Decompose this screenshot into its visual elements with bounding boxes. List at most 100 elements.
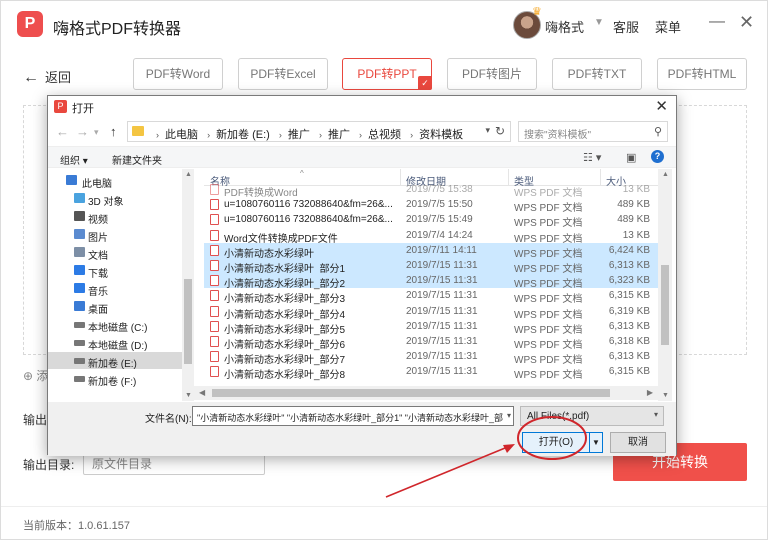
filename-dropdown-icon[interactable]: ▾ — [502, 406, 516, 426]
breadcrumb: › 此电脑 › 新加卷 (E:) › 推广 › 推广 › 总视频 › 资料模板 — [156, 129, 464, 141]
breadcrumb-item[interactable]: 此电脑 — [165, 129, 198, 141]
tree-item-desktop[interactable]: 桌面 — [48, 298, 194, 316]
dialog-close-button[interactable]: ✕ — [655, 97, 668, 115]
address-dropdown-icon[interactable]: ▾ — [485, 125, 490, 136]
breadcrumb-item[interactable]: 总视频 — [368, 129, 401, 141]
scroll-down-icon[interactable]: ▼ — [662, 392, 669, 399]
back-button[interactable]: ← 返回 — [23, 67, 71, 87]
file-type-filter[interactable]: All Files(*.pdf) ▾ — [520, 406, 664, 426]
open-file-dialog: P 打开 ✕ ← → ▾ ↑ › 此电脑 › 新加卷 (E:) › 推广 › 推广 › 总… — [47, 95, 677, 456]
nav-forward-icon[interactable]: → — [76, 124, 89, 139]
file-row[interactable]: PDF转换成Word 2019/7/5 15:38 WPS PDF 文档 13 KB — [204, 182, 658, 199]
vip-crown-icon: ♛ — [532, 6, 542, 18]
breadcrumb-item[interactable]: 推广 — [328, 129, 350, 141]
pdf-file-icon — [210, 336, 219, 347]
filter-dropdown-icon: ▾ — [653, 410, 658, 419]
dialog-app-icon: P — [54, 100, 67, 113]
minimize-button[interactable]: — — [709, 13, 725, 31]
scroll-thumb[interactable] — [661, 265, 669, 345]
file-row[interactable]: 小清新动态水彩绿叶_部分8 2019/7/15 11:31 WPS PDF 文档 6,… — [204, 364, 658, 382]
file-row[interactable]: u=1080760116 732088640&fm=26&... 2019/7/5… — [204, 197, 658, 214]
tab-pdf-to-ppt-label: PDF转PPT — [357, 67, 417, 81]
scroll-left-icon[interactable]: ◀ — [199, 388, 205, 397]
open-button[interactable]: 打开(O) — [522, 432, 590, 453]
support-link[interactable]: 客服 — [613, 17, 639, 36]
file-list-scrollbar[interactable]: ▲ ▼ — [658, 169, 672, 401]
tab-pdf-to-excel[interactable]: PDF转Excel — [238, 58, 328, 90]
tree-item-this-pc[interactable]: 此电脑 — [48, 172, 194, 190]
3d-objects-icon — [74, 193, 85, 203]
tree-item-3d-objects[interactable]: 3D 对象 — [48, 190, 194, 208]
preview-pane-icon[interactable]: ▣ — [626, 151, 636, 164]
file-size: 6,315 KB — [608, 290, 650, 302]
help-icon[interactable]: ? — [651, 150, 664, 163]
command-bar: 组织 ▾ 新建文件夹 ☷ ▾ ▣ ? — [48, 146, 676, 168]
open-dropdown-icon[interactable]: ▼ — [590, 432, 603, 453]
tree-item-drive-e[interactable]: 新加卷 (E:) — [48, 352, 194, 370]
file-name: 小清新动态水彩绿叶_部分8 — [224, 370, 346, 382]
file-row[interactable]: 小清新动态水彩绿叶 2019/7/11 14:11 WPS PDF 文档 6,424 … — [204, 242, 658, 260]
scroll-up-icon[interactable]: ▲ — [185, 171, 192, 178]
file-date: 2019/7/5 15:49 — [406, 214, 473, 226]
scroll-up-icon[interactable]: ▲ — [662, 171, 669, 178]
tree-item-drive-d[interactable]: 本地磁盘 (D:) — [48, 334, 194, 352]
scroll-thumb[interactable] — [212, 389, 610, 397]
user-menu-caret-icon[interactable]: ▼ — [594, 17, 604, 28]
file-date: 2019/7/11 14:11 — [406, 244, 477, 256]
breadcrumb-item[interactable]: 新加卷 (E:) — [216, 129, 270, 141]
file-row[interactable]: u=1080760116 732088640&fm=26&... 2019/7/5… — [204, 212, 658, 229]
pdf-file-icon — [210, 260, 219, 271]
tree-scrollbar[interactable]: ▲ ▼ — [182, 169, 194, 401]
nav-up-icon[interactable]: ↑ — [110, 124, 117, 139]
file-row[interactable]: 小清新动态水彩绿叶_部分4 2019/7/15 11:31 WPS PDF 文档 6,… — [204, 304, 658, 321]
tree-item-music[interactable]: 音乐 — [48, 280, 194, 298]
filename-input[interactable]: "小清新动态水彩绿叶" "小清新动态水彩绿叶_部分1" "小清新动态水彩绿叶_部 — [192, 406, 514, 426]
breadcrumb-item[interactable]: 推广 — [288, 129, 310, 141]
cancel-button[interactable]: 取消 — [610, 432, 666, 453]
tree-item-label: 文档 — [88, 251, 108, 262]
tab-pdf-to-ppt[interactable]: PDF转PPT ✓ — [342, 58, 432, 90]
scroll-down-icon[interactable]: ▼ — [185, 392, 192, 399]
refresh-icon[interactable]: ↻ — [495, 124, 505, 138]
view-options-icon[interactable]: ☷ ▾ — [583, 151, 601, 164]
menu-link[interactable]: 菜单 — [655, 17, 681, 36]
address-bar[interactable]: › 此电脑 › 新加卷 (E:) › 推广 › 推广 › 总视频 › 资料模板 ▾ ↻ — [127, 121, 511, 142]
username[interactable]: 嗨格式 — [545, 17, 584, 36]
pdf-file-icon — [210, 244, 219, 256]
tree-item-drive-c[interactable]: 本地磁盘 (C:) — [48, 316, 194, 334]
search-input[interactable]: 搜索"资料模板" ⚲ — [518, 121, 668, 142]
drive-icon — [74, 340, 85, 346]
file-row[interactable]: 小清新动态水彩绿叶_部分5 2019/7/15 11:31 WPS PDF 文档 6,… — [204, 319, 658, 336]
file-size: 13 KB — [622, 184, 650, 195]
check-icon: ✓ — [418, 76, 432, 90]
pdf-file-icon — [210, 351, 219, 363]
nav-recent-dropdown-icon[interactable]: ▾ — [94, 127, 99, 138]
scroll-thumb[interactable] — [184, 279, 192, 364]
new-folder-button[interactable]: 新建文件夹 — [112, 152, 162, 167]
nav-back-icon[interactable]: ← — [56, 124, 69, 139]
tree-item-pictures[interactable]: 图片 — [48, 226, 194, 244]
tree-item-videos[interactable]: 视频 — [48, 208, 194, 226]
organize-button[interactable]: 组织 ▾ — [60, 152, 88, 167]
file-row[interactable]: 小清新动态水彩绿叶_部分6 2019/7/15 11:31 WPS PDF 文档 6,… — [204, 334, 658, 351]
add-file-link[interactable]: ⊕ 添 — [23, 367, 48, 384]
breadcrumb-item[interactable]: 资料模板 — [419, 129, 463, 141]
tree-item-downloads[interactable]: 下载 — [48, 262, 194, 280]
tree-item-drive-f[interactable]: 新加卷 (F:) — [48, 370, 194, 388]
tree-item-documents[interactable]: 文档 — [48, 244, 194, 262]
file-row[interactable]: 小清新动态水彩绿叶_部分3 2019/7/15 11:31 WPS PDF 文档 6,… — [204, 288, 658, 305]
tab-pdf-to-image[interactable]: PDF转图片 — [447, 58, 537, 90]
file-list-hscrollbar[interactable]: ◀ ▶ — [194, 386, 658, 400]
file-row[interactable]: 小清新动态水彩绿叶_部分2 2019/7/15 11:31 WPS PDF 文档 6,… — [204, 273, 658, 290]
tab-pdf-to-word[interactable]: PDF转Word — [133, 58, 223, 90]
file-row[interactable]: Word文件转换成PDF文件 2019/7/4 14:24 WPS PDF 文档 13… — [204, 228, 658, 245]
scroll-right-icon[interactable]: ▶ — [647, 388, 653, 397]
close-window-button[interactable]: ✕ — [739, 12, 754, 33]
tab-pdf-to-html[interactable]: PDF转HTML — [657, 58, 747, 90]
search-placeholder: 搜索"资料模板" — [524, 130, 592, 141]
file-row[interactable]: 小清新动态水彩绿叶_部分7 2019/7/15 11:31 WPS PDF 文档 6,… — [204, 349, 658, 366]
app-logo-icon: P — [17, 11, 43, 37]
file-row[interactable]: 小清新动态水彩绿叶_部分1 2019/7/15 11:31 WPS PDF 文档 6,… — [204, 258, 658, 275]
file-date: 2019/7/15 11:31 — [406, 366, 478, 378]
tab-pdf-to-txt[interactable]: PDF转TXT — [552, 58, 642, 90]
